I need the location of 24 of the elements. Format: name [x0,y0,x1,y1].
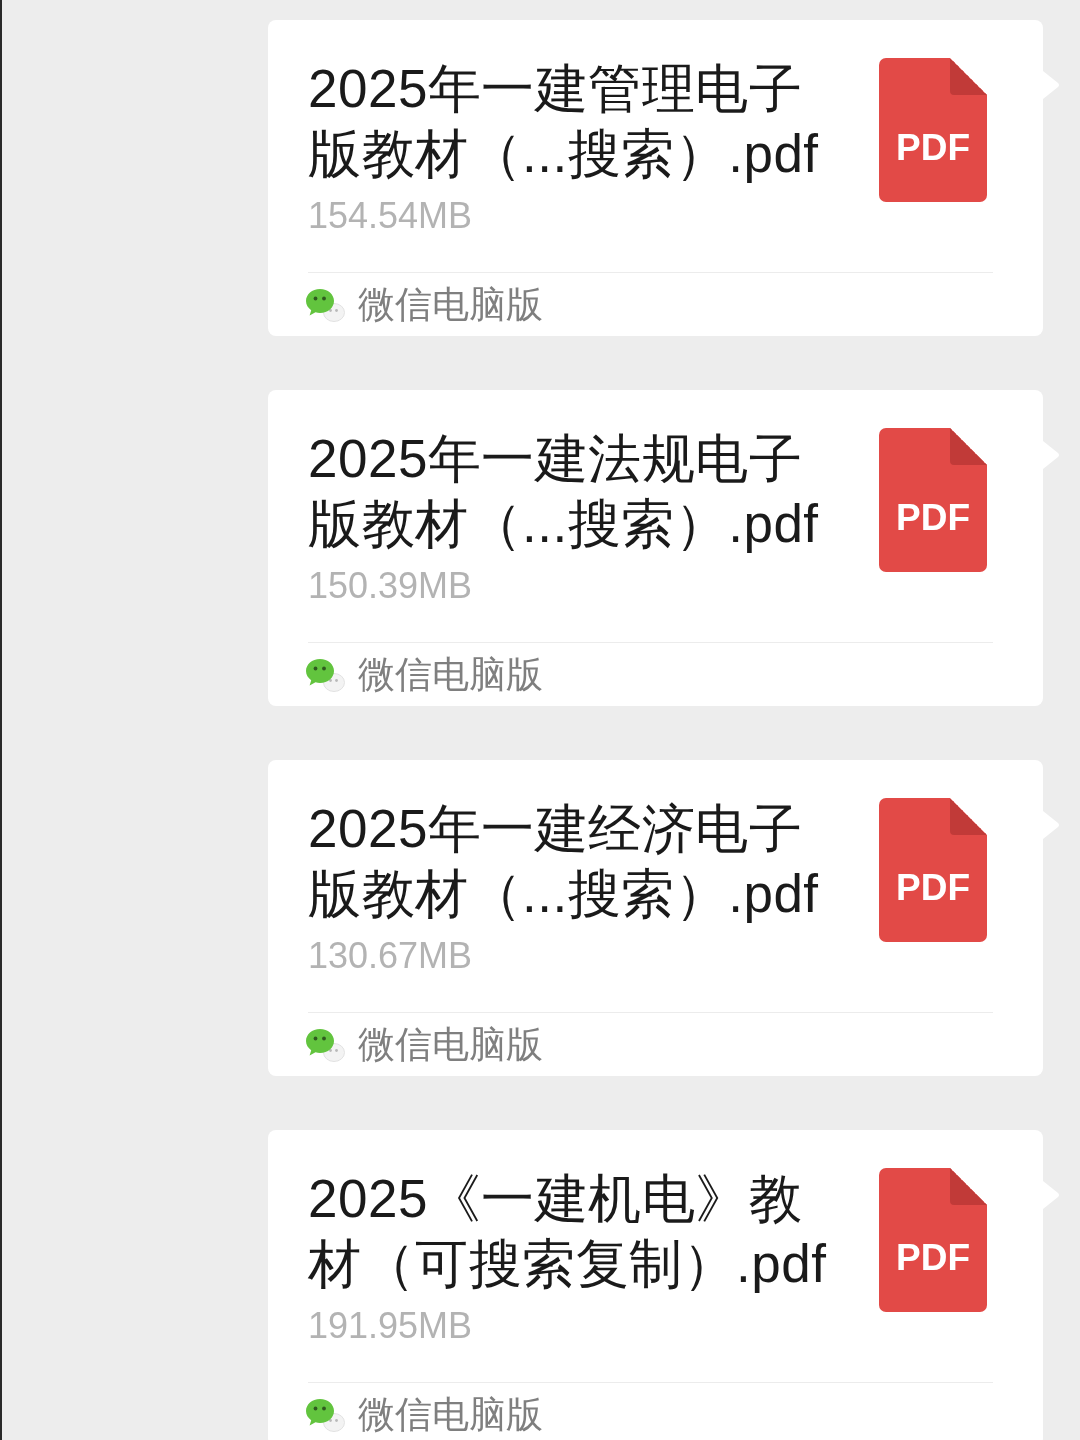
chat-bubbles-icon [305,1026,345,1063]
source-app-label: 微信电脑版 [358,282,543,327]
pdf-file-icon: PDF [879,798,987,942]
pdf-file-icon: PDF [879,58,987,202]
file-name: 2025年一建管理电子版教材（...搜索）.pdf [308,58,820,185]
chat-bubbles-icon [305,286,345,323]
file-size: 150.39MB [308,564,474,608]
source-app-label: 微信电脑版 [358,1022,543,1067]
file-name: 2025年一建法规电子版教材（...搜索）.pdf [308,428,820,555]
message-bubble[interactable]: 2025《一建机电》教材（可搜索复制）.pdf 191.95MB PDF 微信电脑版 [268,1130,1043,1440]
chat-bubbles-icon [305,1396,345,1433]
file-size: 191.95MB [308,1304,474,1348]
file-name: 2025年一建经济电子版教材（...搜索）.pdf [308,798,820,925]
file-size: 154.54MB [308,194,474,238]
message-bubble[interactable]: 2025年一建管理电子版教材（...搜索）.pdf 154.54MB PDF 微信电脑版 [268,20,1043,336]
file-name: 2025《一建机电》教材（可搜索复制）.pdf [308,1168,828,1295]
file-size: 130.67MB [308,934,474,978]
message-bubble[interactable]: 2025年一建经济电子版教材（...搜索）.pdf 130.67MB PDF 微信电脑版 [268,760,1043,1076]
message-bubble[interactable]: 2025年一建法规电子版教材（...搜索）.pdf 150.39MB PDF 微信电脑版 [268,390,1043,706]
source-app-label: 微信电脑版 [358,1392,543,1437]
pdf-file-icon: PDF [879,428,987,572]
source-app-label: 微信电脑版 [358,652,543,697]
chat-bubbles-icon [305,656,345,693]
pdf-file-icon: PDF [879,1168,987,1312]
